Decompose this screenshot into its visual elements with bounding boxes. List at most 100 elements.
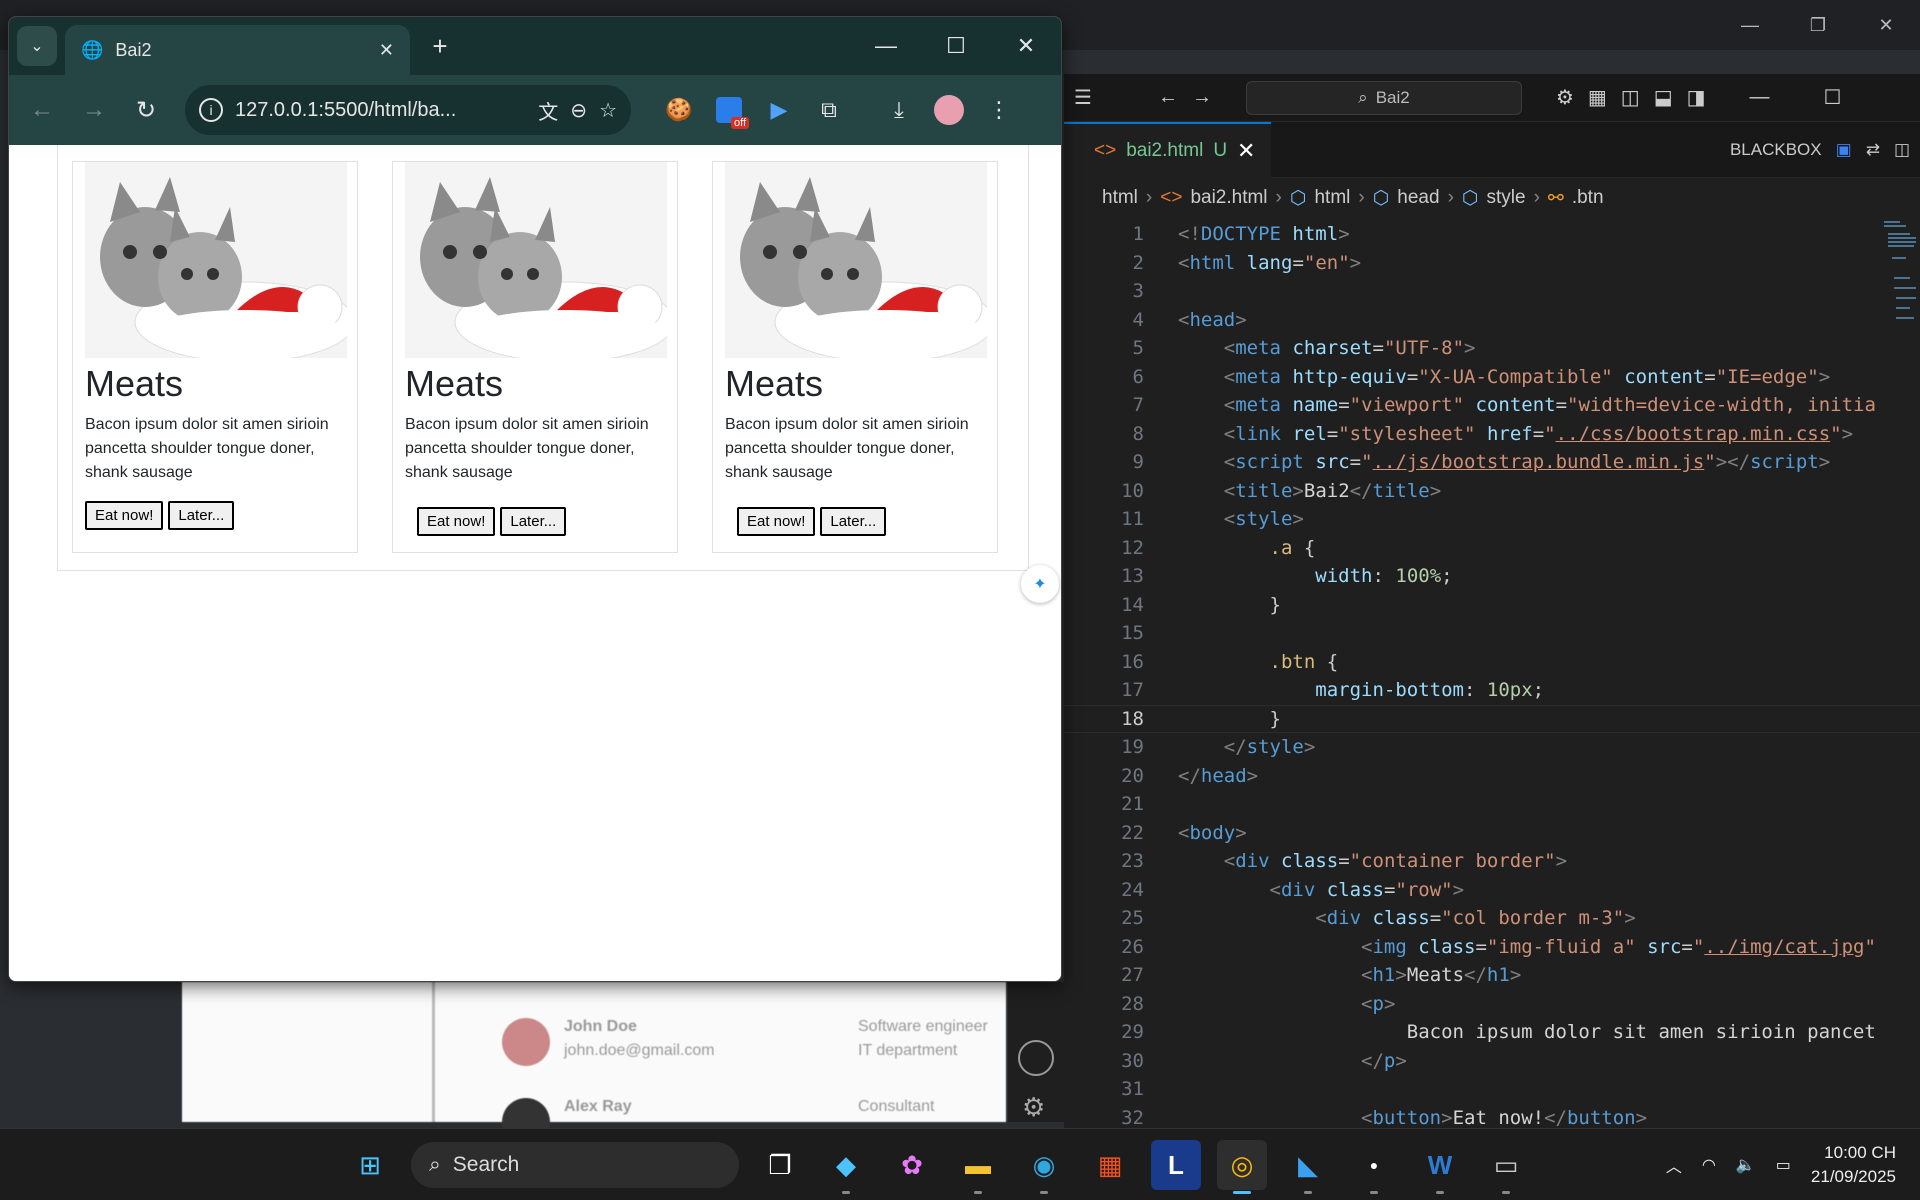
store-preview-icon[interactable]: ◆ <box>821 1140 871 1194</box>
site-info-icon[interactable]: i <box>199 98 223 122</box>
clock[interactable]: 10:00 CH 21/09/2025 <box>1811 1141 1896 1189</box>
bookmark-star-icon[interactable]: ☆ <box>599 98 617 123</box>
task-view-icon[interactable]: ❐ <box>755 1140 805 1190</box>
extensions-puzzle-icon[interactable]: ⧉ <box>809 89 849 131</box>
breadcrumb-item[interactable]: head <box>1397 187 1439 209</box>
terminal-icon[interactable]: ▭ <box>1481 1140 1531 1194</box>
minimize-icon[interactable]: — <box>851 17 921 75</box>
microsoft-store-icon[interactable]: ▦ <box>1085 1140 1135 1190</box>
later-button[interactable]: Later... <box>500 507 567 537</box>
breadcrumb-item[interactable]: html <box>1314 187 1350 209</box>
card: Meats Bacon ipsum dolor sit amen sirioin… <box>712 161 998 553</box>
menu-icon[interactable]: ☰ <box>1074 85 1092 110</box>
account-icon[interactable] <box>1018 1040 1054 1076</box>
close-window-icon[interactable]: ✕ <box>991 17 1061 75</box>
bg-minimize-icon[interactable]: — <box>1716 0 1784 50</box>
code-line: 16 .btn { <box>1121 650 1339 673</box>
tab-search-chevron-icon[interactable]: ⌄ <box>17 26 57 66</box>
back-icon[interactable]: ← <box>21 89 63 131</box>
toggle-secondary-sidebar-icon[interactable]: ◨ <box>1687 85 1706 110</box>
floating-extension-icon[interactable]: ✦ <box>1021 565 1059 603</box>
cat-image <box>405 162 667 358</box>
extension-off-icon[interactable]: off <box>709 89 749 131</box>
minimap[interactable] <box>1880 218 1920 418</box>
profile-avatar[interactable] <box>929 89 969 131</box>
card-buttons: Eat now! Later... <box>405 507 665 537</box>
zoom-icon[interactable]: ⊖ <box>570 98 587 123</box>
taskbar-apps: ⊞ ⌕ Search ❐ ◆ ✿ ▬ ◉ ▦ L ◎ ◣ ● W ▭ <box>345 1129 1531 1200</box>
vscode-icon[interactable]: ◣ <box>1283 1140 1333 1194</box>
cursor-extension-icon[interactable]: ▶ <box>759 89 799 131</box>
command-search[interactable]: ⌕ Bai2 <box>1245 80 1522 115</box>
l-app-icon[interactable]: L <box>1151 1140 1201 1190</box>
cookie-extension-icon[interactable]: 🍪 <box>659 89 699 131</box>
close-tab-icon[interactable]: ✕ <box>379 40 394 61</box>
zalo-icon[interactable]: ● <box>1349 1140 1399 1194</box>
taskbar-search[interactable]: ⌕ Search <box>411 1142 739 1188</box>
code-line: 3 <box>1132 280 1144 303</box>
kebab-menu-icon[interactable]: ⋮ <box>979 89 1019 131</box>
reload-icon[interactable]: ↻ <box>125 89 167 131</box>
toggle-panel-icon[interactable]: ⬓ <box>1654 85 1673 110</box>
breadcrumb-item[interactable]: .btn <box>1572 187 1604 209</box>
eat-now-button[interactable]: Eat now! <box>737 507 816 537</box>
vscode-window: ☰ ← → ⌕ Bai2 ⚙ ▦ ◫ ⬓ ◨ — ☐ <> bai2.html … <box>1064 74 1920 1128</box>
battery-icon[interactable]: ▭ <box>1776 1155 1791 1175</box>
code-line: 27 <h1>Meats</h1> <box>1121 964 1522 987</box>
breadcrumb-item[interactable]: bai2.html <box>1190 187 1267 209</box>
tab-title: Bai2 <box>115 39 152 60</box>
code-line: 28 <p> <box>1121 992 1396 1015</box>
toggle-sidebar-icon[interactable]: ◫ <box>1621 85 1640 110</box>
maximize-icon[interactable]: ☐ <box>921 17 991 75</box>
eat-now-button[interactable]: Eat now! <box>417 507 496 537</box>
bg-user-email: john.doe@gmail.com <box>564 1042 715 1059</box>
search-icon: ⌕ <box>429 1153 441 1176</box>
split-editor-icon[interactable]: ◫ <box>1894 140 1910 160</box>
url-text[interactable]: 127.0.0.1:5500/html/ba... <box>235 99 526 122</box>
windows-start-icon[interactable]: ⊞ <box>345 1140 395 1190</box>
chrome-icon[interactable]: ◎ <box>1217 1140 1267 1194</box>
tab-bai2[interactable]: 🌐 Bai2 ✕ <box>65 25 410 75</box>
code-line: 10 <title>Bai2</title> <box>1121 479 1442 502</box>
breadcrumb-item[interactable]: style <box>1487 187 1526 209</box>
source-control-icon[interactable]: ⇄ <box>1866 140 1880 160</box>
code-line: 9 <script src="../js/bootstrap.bundle.mi… <box>1132 451 1831 474</box>
copilot-icon[interactable]: ⚙ <box>1556 85 1574 110</box>
address-bar[interactable]: i 127.0.0.1:5500/html/ba... 文 ⊖ ☆ <box>185 85 631 135</box>
new-tab-icon[interactable]: + <box>420 26 460 66</box>
close-tab-icon[interactable]: ✕ <box>1237 138 1255 164</box>
volume-icon[interactable]: 🔈 <box>1736 1155 1756 1175</box>
word-icon[interactable]: W <box>1415 1140 1465 1194</box>
tab-bai2-html[interactable]: <> bai2.html U ✕ <box>1064 121 1272 178</box>
later-button[interactable]: Later... <box>820 507 887 537</box>
bg-close-icon[interactable]: ✕ <box>1852 0 1920 50</box>
editor-actions: BLACKBOX ▣ ⇄ ◫ <box>1730 122 1910 178</box>
download-icon[interactable]: ⤓ <box>879 89 919 131</box>
settings-icon[interactable]: ⚙ <box>1022 1092 1045 1123</box>
code-line: 2 <html lang="en"> <box>1132 251 1362 274</box>
extension-badge: off <box>730 117 749 129</box>
back-arrow-icon[interactable]: ← <box>1158 86 1178 109</box>
vs-maximize-icon[interactable]: ☐ <box>1824 85 1842 110</box>
code-editor[interactable]: 1 <!DOCTYPE html> 2 <html lang="en"> 3 4 <h… <box>1064 218 1920 1128</box>
element-icon: ⬡ <box>1461 187 1479 209</box>
cat-image <box>725 162 987 358</box>
wifi-icon[interactable]: ◠ <box>1702 1155 1716 1175</box>
blackbox-label[interactable]: BLACKBOX <box>1730 140 1822 160</box>
file-explorer-icon[interactable]: ▬ <box>953 1140 1003 1194</box>
later-button[interactable]: Later... <box>168 501 235 531</box>
forward-icon[interactable]: → <box>73 89 115 131</box>
bg-restore-icon[interactable]: ❐ <box>1784 0 1852 50</box>
copilot-icon[interactable]: ✿ <box>887 1140 937 1190</box>
blackbox-icon[interactable]: ▣ <box>1836 140 1852 160</box>
translate-icon[interactable]: 文 <box>538 96 558 125</box>
breadcrumb-item[interactable]: html <box>1102 187 1138 209</box>
system-tray: ︿ ◠ 🔈 ▭ 10:00 CH 21/09/2025 <box>1666 1129 1896 1200</box>
code-line: 30 </p> <box>1121 1049 1407 1072</box>
vs-minimize-icon[interactable]: — <box>1750 86 1770 109</box>
edge-icon[interactable]: ◉ <box>1019 1140 1069 1194</box>
eat-now-button[interactable]: Eat now! <box>85 501 164 531</box>
chevron-up-icon[interactable]: ︿ <box>1666 1153 1682 1177</box>
layout-icon[interactable]: ▦ <box>1588 85 1607 110</box>
forward-arrow-icon[interactable]: → <box>1192 86 1212 109</box>
